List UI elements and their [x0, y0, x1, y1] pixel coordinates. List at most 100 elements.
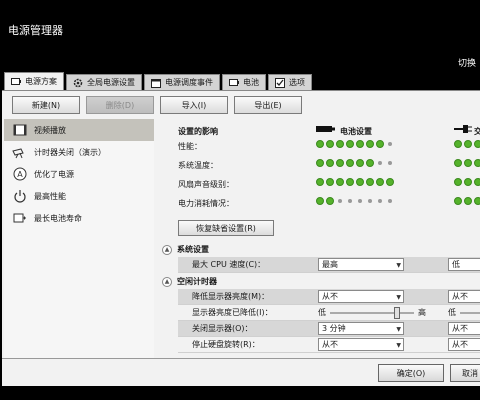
battery-icon	[229, 78, 239, 87]
plan-item-max-performance[interactable]: 最高性能	[4, 185, 154, 207]
tab-global-settings[interactable]: 全局电源设置	[66, 74, 142, 90]
dim-display-ac-select[interactable]: 从不	[448, 290, 480, 303]
meter-dot-on	[356, 140, 364, 148]
meter-dot-off	[348, 199, 352, 203]
ok-button[interactable]: 确定(O)	[378, 364, 444, 382]
chevron-down-icon: ▼	[396, 326, 401, 333]
battery-impact-meter	[316, 159, 394, 167]
spin-down-disk-ac-select[interactable]: 从不	[448, 338, 480, 351]
battery-plug-icon	[11, 77, 21, 86]
tab-bar: 电源方案 全局电源设置 电源调度事件 电池 选项	[4, 72, 314, 90]
system-settings-section[interactable]: ▲ 系统设置	[162, 244, 209, 255]
svg-text:A: A	[17, 170, 23, 179]
spin-down-disk-label: 停止硬盘旋转(R)：	[192, 340, 260, 349]
checkbox-icon	[275, 78, 285, 88]
window-title: 电源管理器	[8, 24, 63, 37]
meter-dot-on	[376, 178, 384, 186]
ac-impact-meter	[454, 197, 480, 205]
dialog-button-bar: 确定(O) 取消	[2, 358, 480, 386]
meter-dot-on	[326, 140, 334, 148]
meter-dot-on	[464, 140, 472, 148]
meter-dot-off	[368, 199, 372, 203]
spin-down-disk-row: 停止硬盘旋转(R)： 从不 ▼ 从不	[178, 337, 480, 353]
chevron-up-icon: ▲	[162, 244, 172, 255]
battery-plus-icon	[12, 210, 28, 226]
cpu-speed-ac-value: 低	[452, 260, 460, 269]
tab-battery[interactable]: 电池	[222, 74, 266, 90]
restore-defaults-button[interactable]: 恢复缺省设置(R)	[178, 220, 274, 236]
battery-icon	[316, 124, 336, 136]
tab-power-events[interactable]: 电源调度事件	[144, 74, 220, 90]
meter-dot-on	[356, 159, 364, 167]
tab-label: 电源方案	[25, 77, 57, 86]
dimmed-brightness-row: 显示器亮度已降低(I)： 低 高 低	[178, 305, 480, 321]
battery-impact-meter	[316, 178, 394, 186]
meter-dot-off	[388, 161, 392, 165]
slider-thumb[interactable]	[394, 307, 401, 319]
meter-dot-on	[464, 159, 472, 167]
idle-timer-section[interactable]: ▲ 空闲计时器	[162, 276, 217, 287]
meter-dot-on	[336, 140, 344, 148]
brightness-ac-slider[interactable]: 低	[448, 306, 480, 320]
battery-impact-meter	[316, 197, 394, 205]
turn-off-display-label: 关闭显示器(O)：	[192, 324, 253, 333]
power-plans-panel: 新建(N) 删除(D) 导入(I) 导出(E) 视频播放 计时器关闭（演示） A	[2, 90, 480, 358]
gear-icon	[73, 78, 83, 88]
plan-item-timer-off[interactable]: 计时器关闭（演示）	[4, 141, 154, 163]
cpu-speed-label: 最大 CPU 速度(C)：	[192, 260, 266, 269]
tab-label: 电池	[243, 78, 259, 87]
dim-display-label: 降低显示器亮度(M)：	[192, 292, 270, 301]
settings-area: 设置的影响 电池设置 交 性能： 系统温度： 风扇声音级别： 电力消耗情况： 恢复缺省…	[158, 119, 480, 358]
spin-down-disk-select[interactable]: 从不 ▼	[318, 338, 404, 351]
turn-off-display-select[interactable]: 3 分钟 ▼	[318, 322, 404, 335]
meter-dot-on	[366, 178, 374, 186]
new-button[interactable]: 新建(N)	[12, 96, 80, 114]
import-button[interactable]: 导入(I)	[160, 96, 228, 114]
plan-label: 最长电池寿命	[34, 213, 82, 223]
switch-link[interactable]: 切换	[458, 56, 480, 69]
impact-row-label: 电力消耗情况：	[178, 199, 234, 208]
meter-dot-on	[336, 178, 344, 186]
ac-settings-header: 交	[474, 126, 480, 137]
meter-dot-off	[378, 161, 382, 165]
cancel-button[interactable]: 取消	[450, 364, 480, 382]
meter-dot-off	[358, 199, 362, 203]
impact-row-label: 性能：	[178, 142, 202, 151]
export-button[interactable]: 导出(E)	[234, 96, 302, 114]
meter-dot-off	[378, 199, 382, 203]
brightness-slider[interactable]: 低 高	[318, 306, 428, 320]
dim-display-select[interactable]: 从不 ▼	[318, 290, 404, 303]
meter-dot-on	[316, 159, 324, 167]
power-icon	[12, 188, 28, 204]
chevron-up-icon: ▲	[162, 276, 172, 287]
calendar-icon	[151, 78, 161, 88]
ac-impact-meter	[454, 159, 480, 167]
meter-dot-on	[326, 178, 334, 186]
plan-item-max-battery[interactable]: 最长电池寿命	[4, 207, 154, 229]
battery-impact-meter	[316, 140, 394, 148]
meter-dot-off	[388, 199, 392, 203]
delete-button[interactable]: 删除(D)	[86, 96, 154, 114]
dim-display-row: 降低显示器亮度(M)： 从不 ▼ 从不	[178, 289, 480, 305]
meter-dot-on	[326, 159, 334, 167]
plan-label: 视频播放	[34, 125, 66, 135]
film-icon	[12, 122, 28, 138]
section-title: 空闲计时器	[177, 277, 217, 286]
tab-power-plans[interactable]: 电源方案	[4, 72, 64, 90]
turn-off-display-value: 3 分钟	[322, 324, 346, 333]
cpu-speed-ac-select[interactable]: 低	[448, 258, 480, 271]
turn-off-display-row: 关闭显示器(O)： 3 分钟 ▼ 从不	[178, 321, 480, 337]
turn-off-display-ac-select[interactable]: 从不	[448, 322, 480, 335]
meter-dot-on	[464, 197, 472, 205]
meter-dot-on	[474, 178, 480, 186]
plan-item-optimized[interactable]: A 优化了电源	[4, 163, 154, 185]
meter-dot-on	[316, 197, 324, 205]
meter-dot-on	[474, 159, 480, 167]
plan-item-video-playback[interactable]: 视频播放	[4, 119, 154, 141]
plan-label: 计时器关闭（演示）	[34, 147, 106, 157]
chevron-down-icon: ▼	[396, 342, 401, 349]
tab-options[interactable]: 选项	[268, 74, 312, 90]
cpu-speed-select[interactable]: 最高 ▼	[318, 258, 404, 271]
meter-dot-on	[366, 159, 374, 167]
meter-dot-on	[346, 159, 354, 167]
